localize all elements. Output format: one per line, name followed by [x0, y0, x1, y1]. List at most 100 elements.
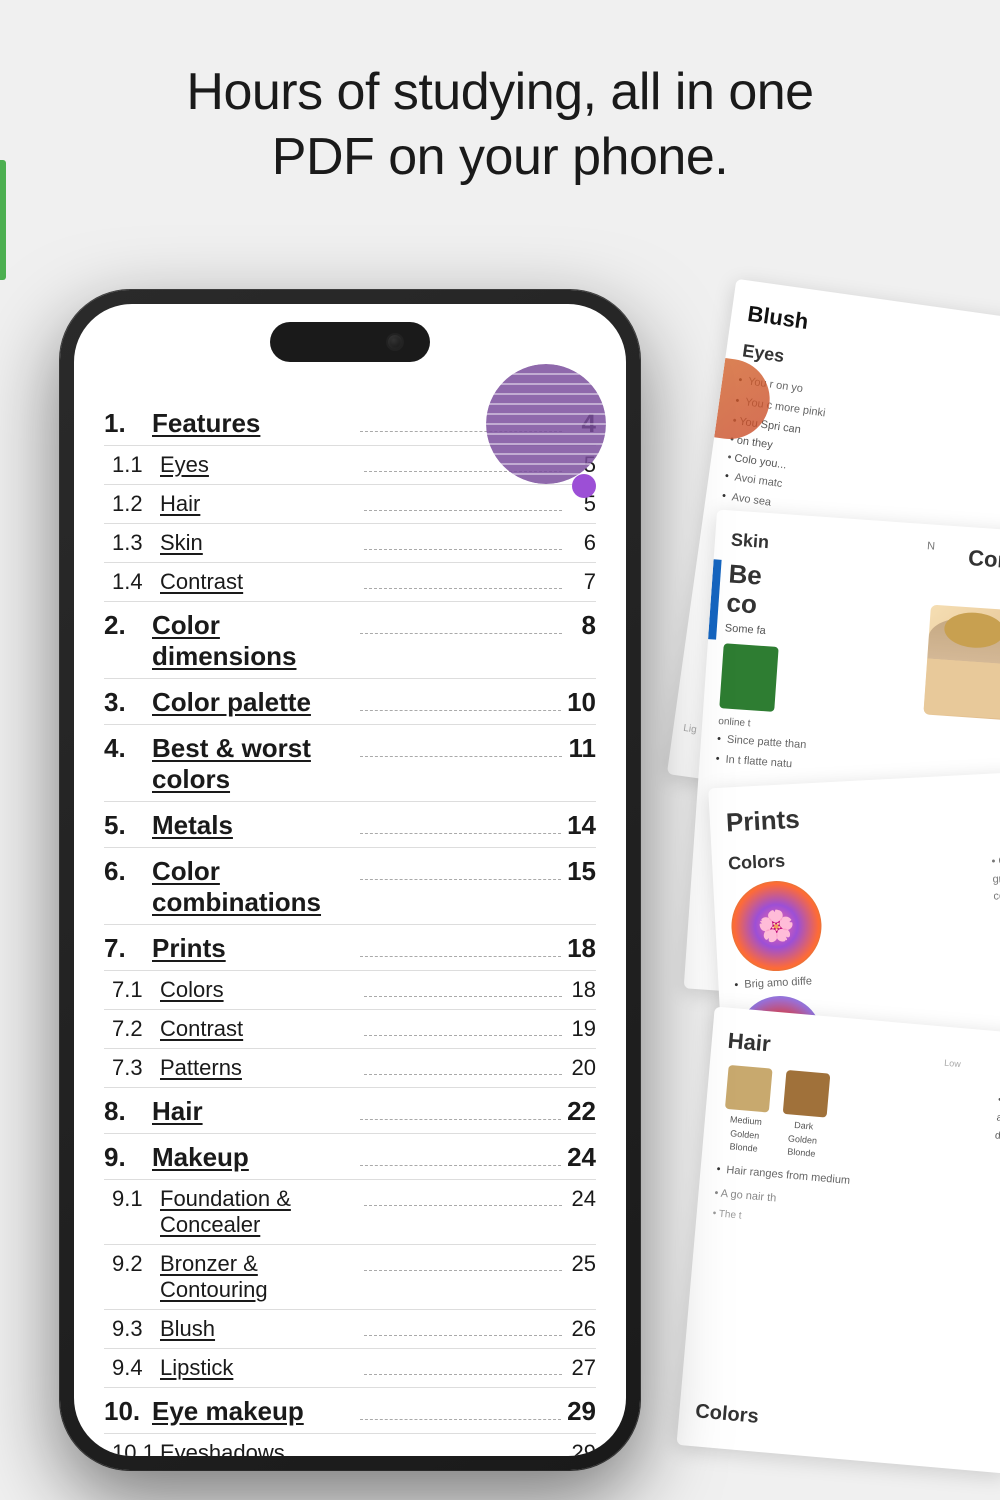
toc-label-15[interactable]: Makeup [152, 1142, 354, 1173]
toc-row-15[interactable]: 9.Makeup24 [104, 1138, 596, 1177]
toc-num-6: 3. [104, 687, 152, 718]
toc-page-17: 25 [568, 1251, 596, 1277]
toc-row-14[interactable]: 8.Hair22 [104, 1092, 596, 1131]
toc-divider-9 [104, 924, 596, 925]
toc-divider-15 [104, 1179, 596, 1180]
toc-num-16: 9.1 [112, 1186, 160, 1212]
toc-row-9[interactable]: 6.Color combinations 15 [104, 852, 596, 922]
toc-divider-5 [104, 678, 596, 679]
toc-dots-3 [364, 549, 562, 550]
floral-circle-1: 🌸 [729, 879, 824, 974]
toc-label-16[interactable]: Foundation & Concealer [160, 1186, 358, 1238]
toc-label-20[interactable]: Eye makeup [152, 1396, 354, 1427]
toc-dots-7 [360, 756, 562, 757]
toc-dots-18 [364, 1335, 562, 1336]
toc-row-20[interactable]: 10.Eye makeup29 [104, 1392, 596, 1431]
toc-row-4[interactable]: 1.4Contrast7 [104, 565, 596, 599]
toc-label-7[interactable]: Best & worst colors [152, 733, 354, 795]
toc-row-2[interactable]: 1.2Hair5 [104, 487, 596, 521]
toc-label-4[interactable]: Contrast [160, 569, 358, 595]
toc-row-17[interactable]: 9.2Bronzer & Contouring25 [104, 1247, 596, 1307]
toc-dots-10 [360, 956, 562, 957]
header-line1: Hours of studying, all in one [186, 63, 813, 121]
toc-label-2[interactable]: Hair [160, 491, 358, 517]
toc-label-13[interactable]: Patterns [160, 1055, 358, 1081]
toc-num-10: 7. [104, 933, 152, 964]
toc-label-8[interactable]: Metals [152, 810, 354, 841]
green-color-block [719, 643, 778, 712]
toc-label-14[interactable]: Hair [152, 1096, 354, 1127]
toc-divider-14 [104, 1133, 596, 1134]
toc-label-5[interactable]: Color dimensions [152, 610, 354, 672]
person-body [923, 658, 1000, 719]
toc-label-10[interactable]: Prints [152, 933, 354, 964]
toc-dots-14 [360, 1119, 562, 1120]
toc-num-21: 10.1 [112, 1440, 160, 1456]
toc-label-12[interactable]: Contrast [160, 1016, 358, 1042]
toc-row-18[interactable]: 9.3Blush 26 [104, 1312, 596, 1346]
toc-num-13: 7.3 [112, 1055, 160, 1081]
toc-label-18[interactable]: Blush [160, 1316, 358, 1342]
toc-divider-10 [104, 970, 596, 971]
toc-dots-12 [364, 1035, 562, 1036]
paper2-cont-label: Cont [967, 541, 1000, 577]
toc-dots-6 [360, 710, 562, 711]
toc-row-16[interactable]: 9.1Foundation & Concealer24 [104, 1182, 596, 1242]
toc-divider-6 [104, 724, 596, 725]
toc-row-11[interactable]: 7.1Colors18 [104, 973, 596, 1007]
paper4-low-label: Low [944, 1057, 962, 1072]
toc-row-13[interactable]: 7.3Patterns20 [104, 1051, 596, 1085]
toc-dots-5 [360, 633, 562, 634]
toc-row-10[interactable]: 7.Prints 18 [104, 929, 596, 968]
toc-divider-16 [104, 1244, 596, 1245]
toc-dots-15 [360, 1165, 562, 1166]
toc-row-21[interactable]: 10.1Eyeshadows29 [104, 1436, 596, 1456]
toc-label-0[interactable]: Features [152, 408, 354, 439]
toc-num-18: 9.3 [112, 1316, 160, 1342]
toc-num-3: 1.3 [112, 530, 160, 556]
toc-page-14: 22 [567, 1096, 596, 1127]
toc-page-9: 15 [567, 856, 596, 887]
toc-label-9[interactable]: Color combinations [152, 856, 354, 918]
toc-page-10: 18 [567, 933, 596, 964]
toc-num-15: 9. [104, 1142, 152, 1173]
toc-num-9: 6. [104, 856, 152, 887]
paper1-light-label: Lig [682, 721, 697, 738]
toc-page-3: 6 [568, 530, 596, 556]
toc-row-19[interactable]: 9.4Lipstick27 [104, 1351, 596, 1385]
toc-page-6: 10 [567, 687, 596, 718]
toc-label-1[interactable]: Eyes [160, 452, 358, 478]
toc-num-1: 1.1 [112, 452, 160, 478]
hair-label-dark: Dark Golden Blonde [776, 1118, 829, 1163]
toc-row-5[interactable]: 2.Color dimensions8 [104, 606, 596, 676]
toc-divider-11 [104, 1009, 596, 1010]
toc-row-8[interactable]: 5.Metals14 [104, 806, 596, 845]
camera-dot [388, 335, 402, 349]
toc-label-3[interactable]: Skin [160, 530, 358, 556]
paper-hair: Hair Medium Golden Blonde Dark Golden Bl… [676, 1006, 1000, 1473]
toc-row-7[interactable]: 4.Best & worst colors11 [104, 729, 596, 799]
toc-label-17[interactable]: Bronzer & Contouring [160, 1251, 358, 1303]
hair-swatch-light [725, 1065, 773, 1113]
toc-label-11[interactable]: Colors [160, 977, 358, 1003]
toc-label-21[interactable]: Eyeshadows [160, 1440, 358, 1456]
toc-dots-17 [364, 1270, 562, 1271]
toc-num-12: 7.2 [112, 1016, 160, 1042]
paper3-right-text: • C gre cont [991, 853, 1000, 907]
toc-divider-12 [104, 1048, 596, 1049]
toc-divider-7 [104, 801, 596, 802]
toc-label-6[interactable]: Color palette [152, 687, 354, 718]
toc-row-6[interactable]: 3.Color palette 10 [104, 683, 596, 722]
toc-label-19[interactable]: Lipstick [160, 1355, 358, 1381]
toc-row-12[interactable]: 7.2Contrast19 [104, 1012, 596, 1046]
phone: 1.Features41.1Eyes51.2Hair51.3Skin61.4Co… [60, 290, 640, 1470]
toc-divider-2 [104, 523, 596, 524]
toc-page-18: 26 [568, 1316, 596, 1342]
deco-circle [486, 364, 606, 484]
toc-page-19: 27 [568, 1355, 596, 1381]
toc-row-3[interactable]: 1.3Skin 6 [104, 526, 596, 560]
toc-page-7: 11 [568, 733, 596, 764]
green-accent-bar [0, 160, 6, 280]
toc-divider-1 [104, 484, 596, 485]
deco-purple-dot [572, 474, 596, 498]
